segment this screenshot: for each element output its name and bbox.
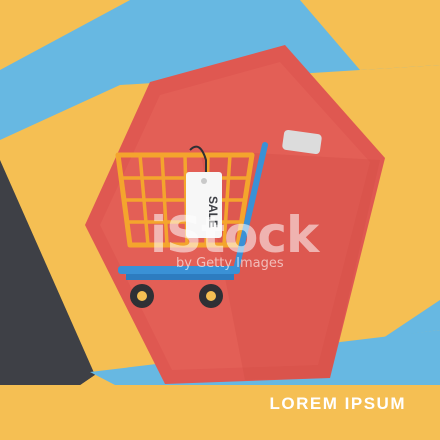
illustration-canvas: SALE iStock by Getty Images LOREM IPSUM — [0, 0, 440, 440]
cart-wheel-left-hub — [137, 291, 147, 301]
sale-tag-hole — [201, 178, 207, 184]
footer-label: LOREM IPSUM — [269, 394, 406, 413]
cart-wheel-right-hub — [206, 291, 216, 301]
watermark-sub: by Getty Images — [176, 256, 284, 271]
cart-base-shadow — [126, 274, 234, 280]
